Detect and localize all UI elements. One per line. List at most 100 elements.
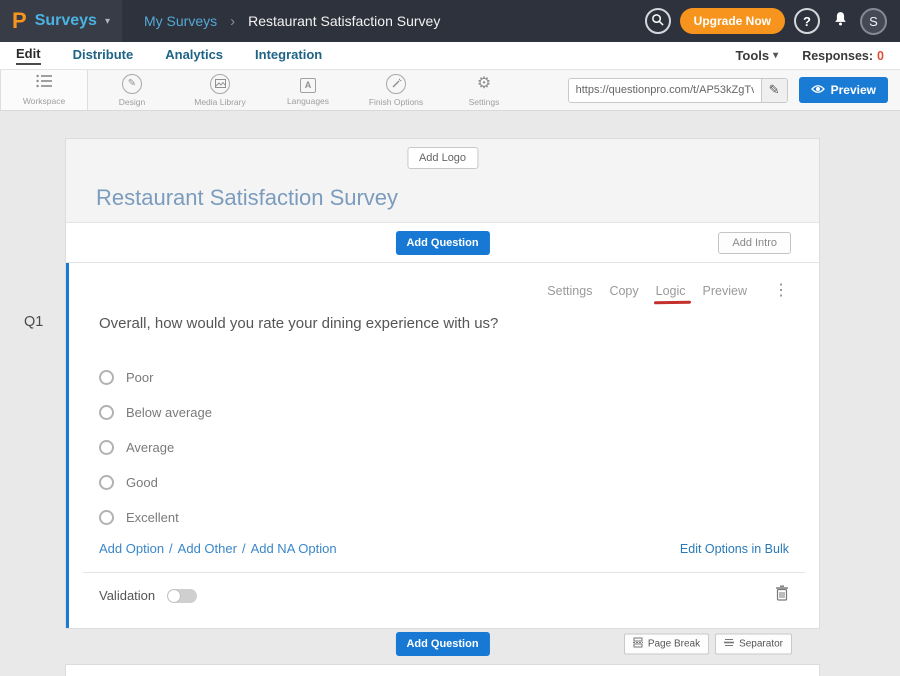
validation-left: Validation bbox=[99, 588, 197, 603]
add-question-button-bottom[interactable]: Add Question bbox=[395, 632, 489, 656]
survey-card: Add Logo Restaurant Satisfaction Survey … bbox=[65, 138, 820, 629]
page-break-button[interactable]: Page Break bbox=[624, 634, 709, 655]
chevron-down-icon: ▾ bbox=[105, 16, 110, 27]
add-na-option-link[interactable]: Add NA Option bbox=[251, 541, 337, 556]
question-logic-link[interactable]: Logic bbox=[656, 284, 686, 298]
answer-option-row: Excellent bbox=[99, 500, 789, 535]
survey-url-input[interactable] bbox=[569, 79, 761, 102]
logic-label: Logic bbox=[656, 284, 686, 298]
workspace-icon bbox=[36, 74, 52, 93]
delete-question-button[interactable] bbox=[775, 585, 789, 606]
add-intro-button[interactable]: Add Intro bbox=[718, 232, 791, 254]
toolbar-label: Media Library bbox=[194, 97, 246, 107]
toolbar-label: Design bbox=[119, 97, 145, 107]
edit-url-button[interactable]: ✎ bbox=[761, 79, 787, 102]
answer-option-label[interactable]: Excellent bbox=[126, 510, 179, 525]
add-question-row: Add Question Add Intro bbox=[66, 223, 819, 263]
question-block-q1: Settings Copy Logic Preview ⋮ Overall, h… bbox=[66, 263, 819, 628]
answer-option-label[interactable]: Poor bbox=[126, 370, 153, 385]
survey-title[interactable]: Restaurant Satisfaction Survey bbox=[96, 185, 398, 211]
toolbar-item-settings[interactable]: ⚙ Settings bbox=[440, 70, 528, 110]
question-preview-link[interactable]: Preview bbox=[703, 284, 747, 298]
separator-button[interactable]: Separator bbox=[715, 634, 792, 655]
pencil-icon: ✎ bbox=[769, 82, 780, 98]
survey-editor-screen: P Surveys ▾ My Surveys › Restaurant Sati… bbox=[0, 0, 900, 676]
answer-option-row: Average bbox=[99, 430, 789, 465]
tab-edit[interactable]: Edit bbox=[16, 46, 41, 65]
top-header: P Surveys ▾ My Surveys › Restaurant Sati… bbox=[0, 0, 900, 42]
question-number: Q1 bbox=[24, 314, 43, 330]
tab-distribute[interactable]: Distribute bbox=[73, 47, 134, 64]
preview-label: Preview bbox=[831, 83, 876, 97]
question-text[interactable]: Overall, how would you rate your dining … bbox=[99, 315, 789, 332]
edit-options-in-bulk-link[interactable]: Edit Options in Bulk bbox=[680, 542, 789, 556]
between-questions-row: Add Question Page Break Separator bbox=[65, 631, 820, 657]
tools-label: Tools bbox=[735, 48, 769, 63]
toolbar-label: Settings bbox=[469, 97, 500, 107]
page-break-icon bbox=[633, 638, 643, 651]
toolbar-label: Workspace bbox=[23, 96, 65, 106]
answer-option-label[interactable]: Good bbox=[126, 475, 158, 490]
survey-url-box: ✎ bbox=[568, 78, 788, 103]
breadcrumb-my-surveys[interactable]: My Surveys bbox=[144, 13, 217, 29]
insert-controls: Page Break Separator bbox=[624, 634, 792, 655]
trash-icon bbox=[775, 585, 789, 606]
radio-button[interactable] bbox=[99, 510, 114, 525]
validation-toggle[interactable] bbox=[167, 589, 197, 603]
toolbar-item-workspace[interactable]: Workspace bbox=[0, 70, 88, 110]
radio-button[interactable] bbox=[99, 440, 114, 455]
question-actions: Settings Copy Logic Preview ⋮ bbox=[99, 283, 789, 299]
tools-dropdown[interactable]: Tools ▾ bbox=[735, 48, 778, 63]
radio-button[interactable] bbox=[99, 405, 114, 420]
toolbar-item-finish-options[interactable]: Finish Options bbox=[352, 70, 440, 110]
radio-button[interactable] bbox=[99, 370, 114, 385]
notifications-button[interactable] bbox=[829, 10, 851, 32]
validation-row: Validation bbox=[83, 572, 805, 612]
responses-link[interactable]: Responses:0 bbox=[802, 49, 884, 63]
product-name: Surveys bbox=[35, 12, 97, 30]
toolbar-item-media-library[interactable]: Media Library bbox=[176, 70, 264, 110]
header-actions: Upgrade Now ? S bbox=[645, 8, 900, 35]
link-separator: / bbox=[242, 541, 246, 556]
media-library-icon bbox=[210, 74, 230, 94]
chevron-down-icon: ▾ bbox=[773, 50, 778, 61]
settings-gear-icon: ⚙ bbox=[477, 74, 491, 94]
toolbar-item-languages[interactable]: A Languages bbox=[264, 70, 352, 110]
user-avatar[interactable]: S bbox=[860, 8, 887, 35]
section-nav: Edit Distribute Analytics Integration To… bbox=[0, 42, 900, 70]
link-separator: / bbox=[169, 541, 173, 556]
bell-icon bbox=[832, 10, 849, 32]
question-settings-link[interactable]: Settings bbox=[547, 284, 592, 298]
eye-icon bbox=[811, 83, 825, 97]
add-logo-button[interactable]: Add Logo bbox=[407, 147, 478, 169]
answer-option-row: Below average bbox=[99, 395, 789, 430]
question-copy-link[interactable]: Copy bbox=[609, 284, 638, 298]
finish-options-icon bbox=[386, 74, 406, 94]
toolbar-item-design[interactable]: ✎ Design bbox=[88, 70, 176, 110]
toolbar-right-group: ✎ Preview bbox=[568, 70, 900, 110]
questionpro-logo: P bbox=[12, 10, 27, 32]
help-button[interactable]: ? bbox=[794, 8, 820, 34]
tab-integration[interactable]: Integration bbox=[255, 47, 322, 64]
tab-analytics[interactable]: Analytics bbox=[165, 47, 223, 64]
answer-option-label[interactable]: Average bbox=[126, 440, 174, 455]
answer-option-label[interactable]: Below average bbox=[126, 405, 212, 420]
survey-header: Add Logo Restaurant Satisfaction Survey bbox=[66, 139, 819, 223]
toolbar-label: Languages bbox=[287, 96, 329, 106]
add-other-link[interactable]: Add Other bbox=[178, 541, 237, 556]
next-section-card bbox=[65, 664, 820, 676]
add-option-links: Add Option / Add Other / Add NA Option bbox=[99, 541, 337, 556]
search-button[interactable] bbox=[645, 8, 671, 34]
toggle-knob bbox=[168, 590, 180, 602]
breadcrumb-separator-icon: › bbox=[230, 13, 235, 30]
editor-toolbar: Workspace ✎ Design Media Library A Langu… bbox=[0, 70, 900, 111]
add-option-link[interactable]: Add Option bbox=[99, 541, 164, 556]
add-question-button-top[interactable]: Add Question bbox=[395, 231, 489, 255]
upgrade-now-button[interactable]: Upgrade Now bbox=[680, 8, 785, 34]
question-more-menu[interactable]: ⋮ bbox=[773, 283, 789, 299]
page-break-label: Page Break bbox=[648, 639, 700, 650]
radio-button[interactable] bbox=[99, 475, 114, 490]
separator-icon bbox=[724, 638, 734, 651]
preview-button[interactable]: Preview bbox=[799, 77, 888, 103]
product-switcher[interactable]: P Surveys ▾ bbox=[0, 0, 122, 42]
